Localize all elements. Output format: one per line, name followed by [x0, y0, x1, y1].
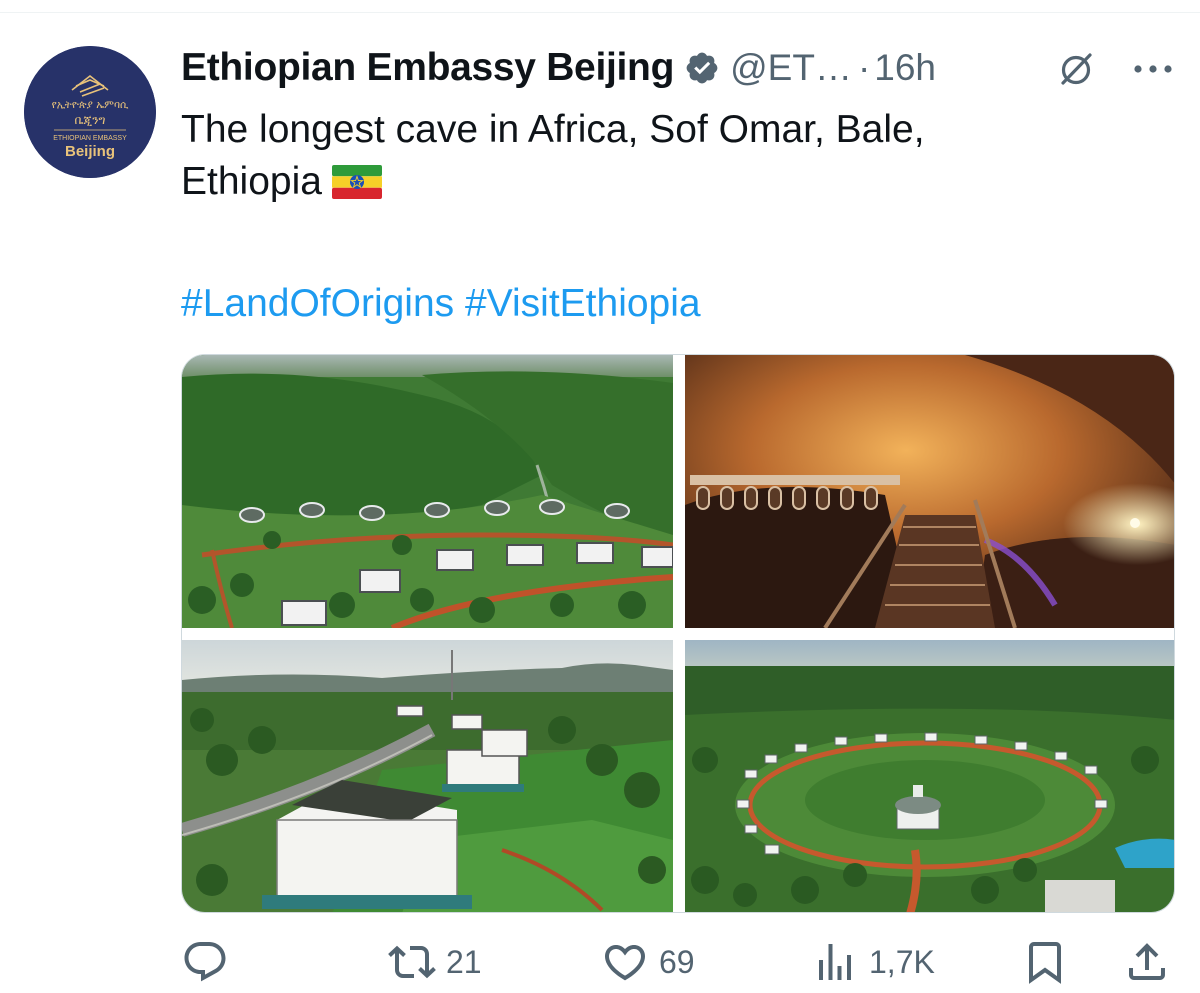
share-icon	[1129, 943, 1165, 980]
media-photo-4[interactable]	[685, 640, 1174, 912]
media-photo-2[interactable]	[685, 355, 1174, 628]
tweet-timestamp[interactable]: 16h	[874, 47, 936, 89]
more-options-button[interactable]	[1126, 45, 1180, 93]
views-count: 1,7K	[869, 943, 935, 980]
more-icon	[1134, 65, 1172, 73]
author-handle[interactable]: @ET…	[730, 47, 852, 89]
grok-icon	[1061, 53, 1092, 85]
retweet-icon	[388, 945, 436, 979]
ethiopia-flag-icon	[331, 161, 382, 199]
author-avatar[interactable]: የኢትዮጵያ ኤምባሲ ቤጂንግ ETHIOPIAN EMBASSY Beiji…	[24, 46, 156, 178]
retweet-count: 21	[446, 943, 482, 980]
svg-text:ቤጂንግ: ቤጂንግ	[74, 113, 105, 127]
hashtags: #LandOfOrigins #VisitEthiopia	[181, 278, 701, 330]
media-grid	[181, 354, 1175, 913]
grok-button[interactable]	[1052, 45, 1100, 93]
hashtag-landoforigins[interactable]: #LandOfOrigins	[181, 282, 454, 325]
tweet-text-line-2: Ethiopia	[181, 160, 322, 203]
tweet-text: The longest cave in Africa, Sof Omar, Ba…	[181, 104, 1141, 208]
hashtag-visitethiopia[interactable]: #VisitEthiopia	[465, 282, 701, 325]
embassy-logo: የኢትዮጵያ ኤምባሲ ቤጂንግ ETHIOPIAN EMBASSY Beiji…	[24, 46, 156, 178]
separator-dot: ·	[857, 47, 871, 88]
tweet-header: Ethiopian Embassy Beijing @ET… · 16h	[181, 40, 936, 96]
views-button[interactable]: 1,7K	[811, 934, 935, 990]
author-display-name[interactable]: Ethiopian Embassy Beijing	[181, 46, 674, 90]
share-button[interactable]	[1123, 934, 1171, 990]
tweet-text-line-1: The longest cave in Africa, Sof Omar, Ba…	[181, 108, 925, 151]
views-icon	[819, 944, 851, 980]
heart-icon	[604, 945, 646, 981]
svg-text:የኢትዮጵያ ኤምባሲ: የኢትዮጵያ ኤምባሲ	[52, 99, 129, 111]
media-photo-1[interactable]	[182, 355, 673, 628]
reply-icon	[184, 942, 226, 982]
media-photo-3[interactable]	[182, 640, 673, 912]
retweet-button[interactable]: 21	[388, 934, 482, 990]
action-bar: 21 69 1,7K	[181, 934, 1181, 990]
like-count: 69	[659, 943, 695, 980]
bookmark-icon	[1029, 942, 1061, 984]
reply-button[interactable]	[181, 934, 229, 990]
verified-badge-icon[interactable]	[684, 50, 720, 86]
svg-text:ETHIOPIAN EMBASSY: ETHIOPIAN EMBASSY	[53, 135, 127, 142]
svg-text:Beijing: Beijing	[65, 143, 115, 160]
like-button[interactable]: 69	[601, 934, 695, 990]
bookmark-button[interactable]	[1021, 934, 1069, 990]
top-divider	[0, 12, 1200, 13]
